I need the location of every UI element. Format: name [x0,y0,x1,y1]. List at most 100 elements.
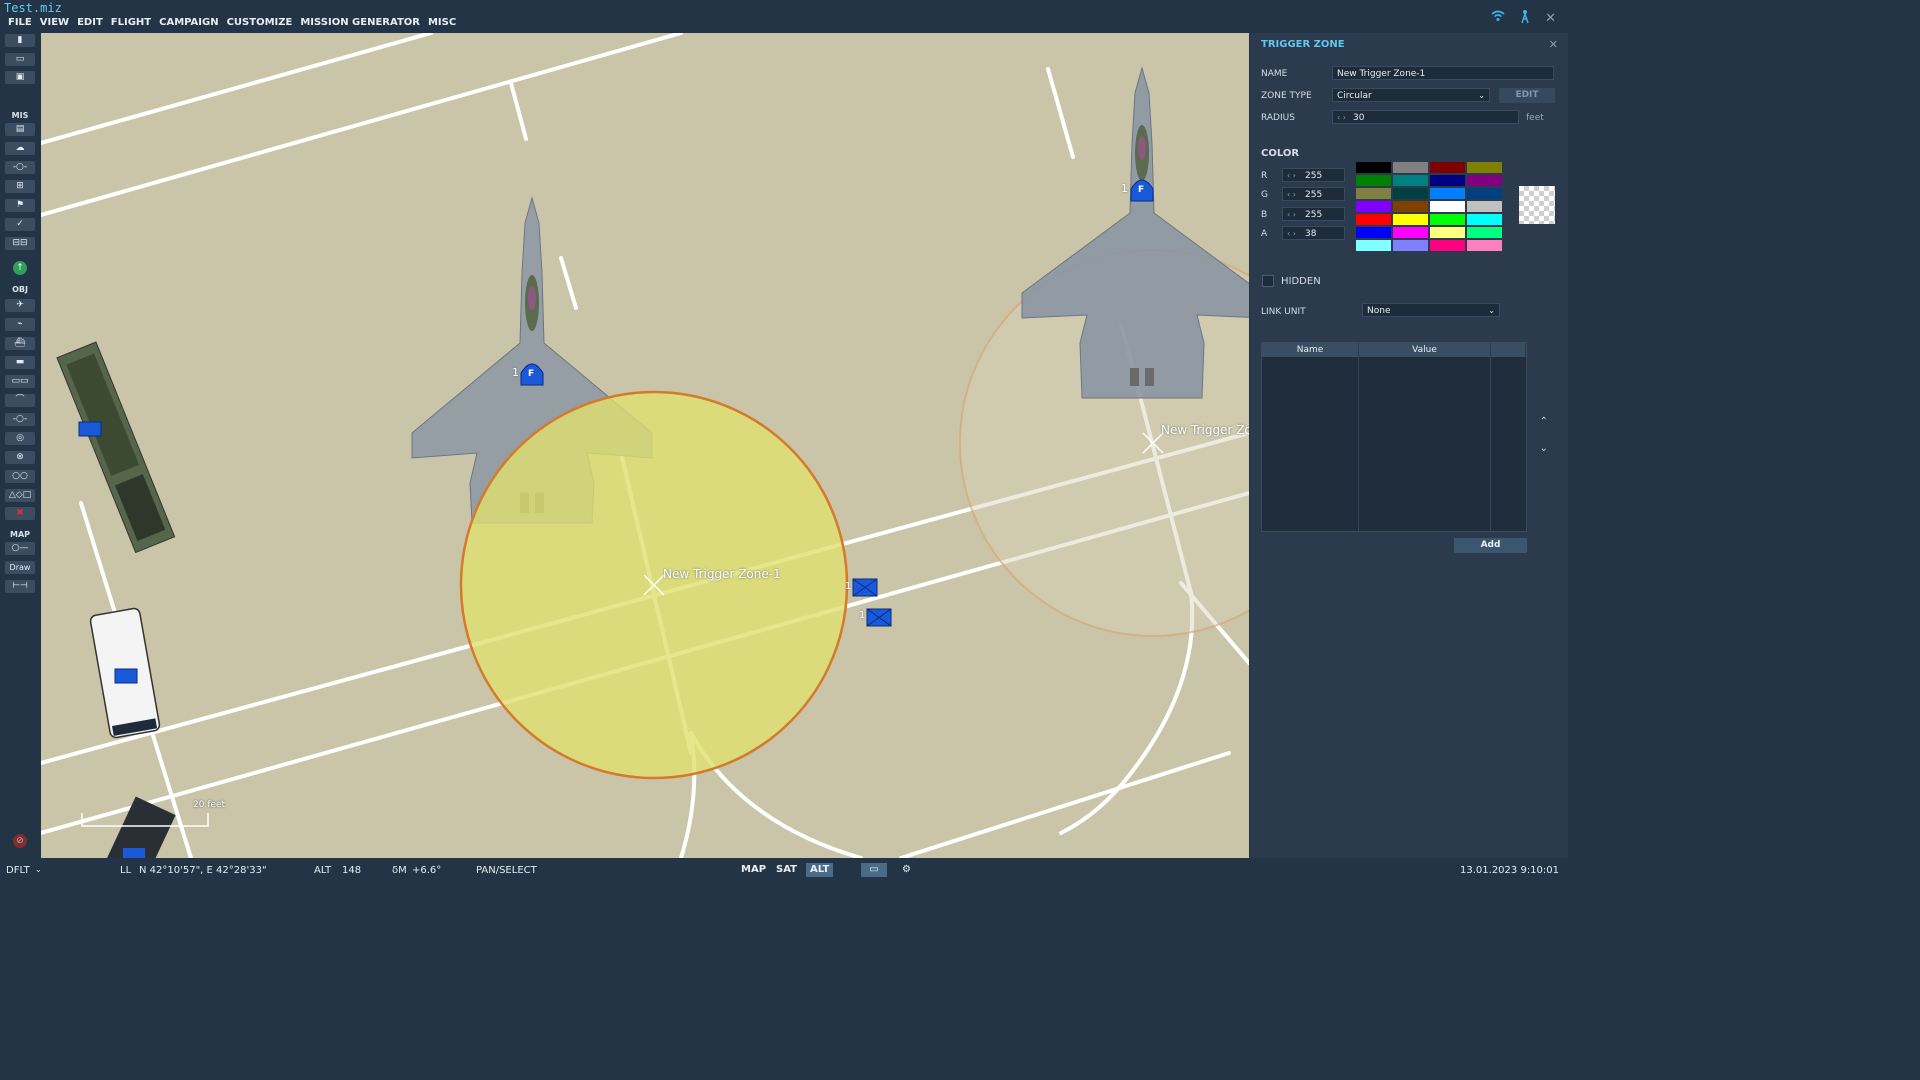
table-header-value[interactable]: Value [1359,343,1491,357]
waypoint-icon[interactable]: -○- [5,161,35,174]
color-swatch[interactable] [1393,175,1428,186]
color-swatch[interactable] [1430,175,1465,186]
stepper-arrows-icon[interactable]: ‹ › [1287,188,1296,202]
map-view-button[interactable]: MAP [737,863,770,877]
color-swatch[interactable] [1467,188,1502,199]
zone-type-select[interactable]: Circular ⌄ [1332,88,1490,102]
color-swatch[interactable] [1356,240,1391,251]
new-file-icon[interactable]: ▮ [5,34,35,47]
stepper-arrows-icon[interactable]: ‹ › [1287,208,1296,222]
up-arrow-icon[interactable]: ↑ [13,261,27,275]
color-swatch[interactable] [1430,214,1465,225]
color-swatch[interactable] [1467,227,1502,238]
plane-icon[interactable]: ✈ [5,299,35,312]
menu-file[interactable]: FILE [4,17,36,28]
scroll-down-icon[interactable]: ⌄ [1540,443,1548,454]
color-swatch[interactable] [1393,162,1428,173]
trigger-zone-panel: TRIGGER ZONE ✕ NAME New Trigger Zone-1 Z… [1250,33,1568,858]
briefing-icon[interactable]: ▤ [5,123,35,136]
radius-input[interactable]: ‹ › 30 [1332,110,1519,124]
menu-edit[interactable]: EDIT [73,17,107,28]
helicopter-icon[interactable]: ⌁ [5,318,35,331]
color-swatch[interactable] [1467,201,1502,212]
shapes-icon[interactable]: △◇□ [5,489,35,502]
color-swatch[interactable] [1430,188,1465,199]
menu-mission-generator[interactable]: MISSION GENERATOR [296,17,424,28]
properties-table[interactable]: Name Value [1261,342,1527,532]
hidden-checkbox[interactable] [1262,275,1274,287]
triggers-icon[interactable]: ⊟⊟ [5,237,35,250]
target-icon[interactable]: ⊞ [5,180,35,193]
open-file-icon[interactable]: ▭ [5,53,35,66]
color-swatch[interactable] [1356,188,1391,199]
a-input[interactable]: ‹ › 38 [1282,226,1345,240]
color-swatch[interactable] [1467,240,1502,251]
r-input[interactable]: ‹ › 255 [1282,168,1345,182]
nav-point-icon[interactable]: -○- [5,413,35,426]
color-swatch[interactable] [1393,214,1428,225]
map-view[interactable]: New Trigger Zone-1 New Trigger Zone 1 F … [41,33,1249,858]
sat-view-button[interactable]: SAT [772,863,801,877]
bridge-icon[interactable]: ⌒ [5,394,35,407]
color-swatch[interactable] [1430,240,1465,251]
menu-flight[interactable]: FLIGHT [107,17,155,28]
color-swatch[interactable] [1393,201,1428,212]
layers-icon[interactable]: ▭ [861,863,887,877]
wifi-icon[interactable] [1491,10,1505,26]
menu-customize[interactable]: CUSTOMIZE [223,17,297,28]
layer-select[interactable]: DFLT [6,865,30,876]
ship-icon[interactable]: ⛴ [5,337,35,350]
static-object-icon[interactable]: ▭▭ [5,375,35,388]
color-swatch[interactable] [1356,227,1391,238]
color-swatch[interactable] [1356,201,1391,212]
vehicle-icon[interactable]: ▬ [5,356,35,369]
stop-icon[interactable]: ⊘ [13,834,27,848]
draw-button[interactable]: Draw [5,561,35,574]
trigger-zone-icon[interactable]: ◎ [5,432,35,445]
color-swatch[interactable] [1467,162,1502,173]
link-unit-select[interactable]: None ⌄ [1362,303,1500,317]
menu-view[interactable]: VIEW [36,17,73,28]
name-input[interactable]: New Trigger Zone-1 [1332,66,1554,80]
g-input[interactable]: ‹ › 255 [1282,187,1345,201]
color-swatch[interactable] [1467,175,1502,186]
b-input[interactable]: ‹ › 255 [1282,207,1345,221]
color-swatch[interactable] [1430,227,1465,238]
stepper-arrows-icon[interactable]: ‹ › [1287,169,1296,183]
color-swatch[interactable] [1393,188,1428,199]
left-toolbar: ▮ ▭ ▣ MIS ▤ ☁ -○- ⊞ ⚑ ✓ ⊟⊟ ↑ OBJ ✈ ⌁ ⛴ ▬… [0,32,40,858]
b-label: B [1261,210,1268,220]
chevron-down-icon[interactable]: ⌄ [35,865,42,874]
save-file-icon[interactable]: ▣ [5,71,35,84]
color-swatch[interactable] [1393,240,1428,251]
color-swatch[interactable] [1430,201,1465,212]
color-swatch[interactable] [1430,162,1465,173]
panel-close-icon[interactable]: ✕ [1549,38,1558,51]
alt-view-button[interactable]: ALT [806,863,834,877]
color-swatch[interactable] [1467,214,1502,225]
add-button[interactable]: Add [1454,538,1527,553]
menu-campaign[interactable]: CAMPAIGN [155,17,222,28]
delete-icon[interactable]: ✖ [5,507,35,520]
close-icon[interactable]: ✕ [1545,11,1556,26]
check-icon[interactable]: ✓ [5,218,35,231]
color-swatch[interactable] [1356,214,1391,225]
settings-icon[interactable]: ⚙ [898,863,915,877]
weather-icon[interactable]: ☁ [5,142,35,155]
menu-misc[interactable]: MISC [424,17,460,28]
color-swatch[interactable] [1356,162,1391,173]
flags-icon[interactable]: ⚑ [5,199,35,212]
measure-icon[interactable]: ○— [5,542,35,555]
stepper-arrows-icon[interactable]: ‹ › [1337,111,1346,125]
static-1-group-number: 1 [845,581,852,592]
stepper-arrows-icon[interactable]: ‹ › [1287,227,1296,241]
scroll-up-icon[interactable]: ⌃ [1540,416,1548,427]
color-swatch[interactable] [1356,175,1391,186]
templates-icon[interactable]: ○○ [5,470,35,483]
antenna-icon[interactable] [1519,8,1531,28]
edit-button[interactable]: EDIT [1499,88,1555,103]
table-header-name[interactable]: Name [1262,343,1359,357]
ruler-icon[interactable]: ⊢⊣ [5,580,35,593]
circle-x-icon[interactable]: ⊗ [5,451,35,464]
color-swatch[interactable] [1393,227,1428,238]
